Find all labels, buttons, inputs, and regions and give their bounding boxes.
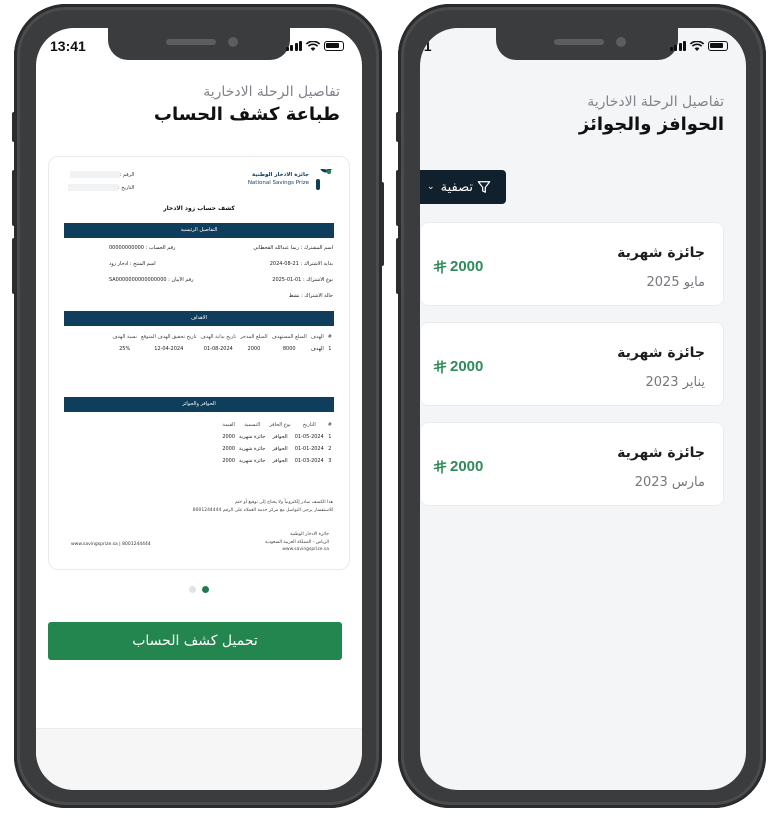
page-title: طباعة كشف الحساب	[153, 104, 340, 125]
phone-frame-right: 41 تفاصيل الرحلة الادخارية الحوافز والجو…	[396, 4, 766, 808]
notch	[496, 28, 678, 60]
prizes-header-row: # التاريخ نوع الحافز التسمية القيمة	[222, 422, 332, 428]
chevron-down-icon: ⌄	[427, 182, 435, 192]
wifi-icon	[306, 41, 320, 51]
download-statement-button[interactable]: تحميل كشف الحساب	[48, 622, 342, 660]
phone-frame-left: 13:41 تفاصيل الرحلة الادخارية طباعة كشف …	[12, 4, 384, 808]
doc-note: هذا الكشف صادر إلكترونياً ولا يحتاج إلى …	[192, 500, 333, 514]
table-row: 3 01-03-2024 الحوافز جائزة شهرية 2000	[222, 458, 332, 464]
status-time: 13:41	[50, 38, 86, 54]
status-time: 41	[420, 38, 432, 54]
prize-amount: 2000	[433, 458, 483, 475]
volume-down-button	[396, 238, 401, 294]
prize-name: جائزة شهرية	[617, 345, 705, 361]
power-button	[379, 182, 384, 266]
volume-up-button	[396, 170, 401, 226]
prize-card[interactable]: جائزة شهرية مايو 2025 2000	[420, 222, 724, 306]
section-band-goals: الاهداف	[64, 311, 334, 326]
bottom-bar	[36, 728, 362, 790]
header-subtitle: تفاصيل الرحلة الادخارية	[203, 84, 340, 100]
table-row: 1 01-05-2024 الحوافز جائزة شهرية 2000	[222, 434, 332, 440]
page-header: تفاصيل الرحلة الادخارية طباعة كشف الحساب	[154, 84, 340, 125]
page-indicator	[189, 586, 209, 593]
volume-up-button	[12, 170, 17, 226]
goals-table: # الهدف المبلغ المستهدف المبلغ المدخر تا…	[110, 331, 334, 355]
doc-brand: جائزة الادخار الوطنية National Savings P…	[247, 172, 309, 187]
header-subtitle: تفاصيل الرحلة الادخارية	[587, 94, 724, 110]
kv-right-0: اسم المشترك : ريما عبدالله القحطاني	[253, 245, 333, 251]
volume-down-button	[12, 238, 17, 294]
prize-card[interactable]: جائزة شهرية مارس 2023 2000	[420, 422, 724, 506]
goals-header-row: # الهدف المبلغ المستهدف المبلغ المدخر تا…	[112, 334, 332, 340]
prizes-table: # التاريخ نوع الحافز التسمية القيمة 1 01…	[220, 419, 334, 467]
page-header: تفاصيل الرحلة الادخارية الحوافز والجوائز	[579, 94, 724, 135]
app-logo-icon	[316, 169, 332, 190]
statement-preview-card[interactable]: جائزة الادخار الوطنية National Savings P…	[48, 156, 350, 570]
riyal-icon	[433, 259, 447, 274]
battery-icon	[324, 41, 344, 51]
kv-left-2: رقم الآيبان : SA0000000000000000	[109, 277, 194, 283]
filter-funnel-icon	[477, 181, 491, 193]
page-dot-1[interactable]	[189, 586, 196, 593]
kv-right-2: نوع الاشتراك : 01-01-2025	[272, 277, 333, 283]
prize-date: مارس 2023	[634, 475, 705, 490]
notch	[108, 28, 290, 60]
page-title: الحوافز والجوائز	[578, 114, 724, 135]
riyal-icon	[433, 459, 447, 474]
statement-screen: 13:41 تفاصيل الرحلة الادخارية طباعة كشف …	[36, 28, 362, 790]
wifi-icon	[690, 41, 704, 51]
prize-amount: 2000	[433, 358, 483, 375]
page-dot-2[interactable]	[202, 586, 209, 593]
signal-icon	[285, 41, 302, 51]
signal-icon	[669, 41, 686, 51]
filter-button[interactable]: تصفية ⌄	[420, 170, 506, 204]
section-band-prizes: الحوافز والجوائز	[64, 397, 334, 412]
status-icons	[669, 41, 728, 51]
kv-right-3: حالة الاشتراك : نشط	[288, 293, 333, 299]
mute-switch	[396, 112, 401, 142]
prize-date: يناير 2023	[645, 375, 705, 390]
mute-switch	[12, 112, 17, 142]
section-band-main: التفاصيل الرئيسية	[64, 223, 334, 238]
prize-name: جائزة شهرية	[617, 445, 705, 461]
doc-meta: الرقم : التاريخ :	[65, 169, 134, 195]
battery-icon	[708, 41, 728, 51]
status-icons	[285, 41, 344, 51]
filter-label: تصفية	[440, 179, 473, 195]
prize-date: مايو 2025	[646, 275, 705, 290]
doc-title: كشف حساب زود الادخار	[163, 205, 235, 212]
prize-card[interactable]: جائزة شهرية يناير 2023 2000	[420, 322, 724, 406]
table-row: 1 الهدف 8000 2000 01-08-2024 12-04-2024 …	[119, 346, 332, 352]
kv-left-0: رقم الحساب : 00000000000	[109, 245, 176, 251]
table-row: 2 01-01-2024 الحوافز جائزة شهرية 2000	[222, 446, 332, 452]
prize-amount: 2000	[433, 258, 483, 275]
kv-left-1: اسم المنتج : ادخار زود	[109, 261, 156, 267]
rewards-screen: 41 تفاصيل الرحلة الادخارية الحوافز والجو…	[420, 28, 746, 790]
prize-name: جائزة شهرية	[617, 245, 705, 261]
kv-right-1: بداية الاشتراك : 21-08-2024	[269, 261, 333, 267]
doc-footer-address: جائزة الادخار الوطنية الرياض - المملكة ا…	[265, 532, 329, 552]
doc-footer-contact: www.savingsprize.sa | 8001244444	[71, 542, 151, 547]
riyal-icon	[433, 359, 447, 374]
